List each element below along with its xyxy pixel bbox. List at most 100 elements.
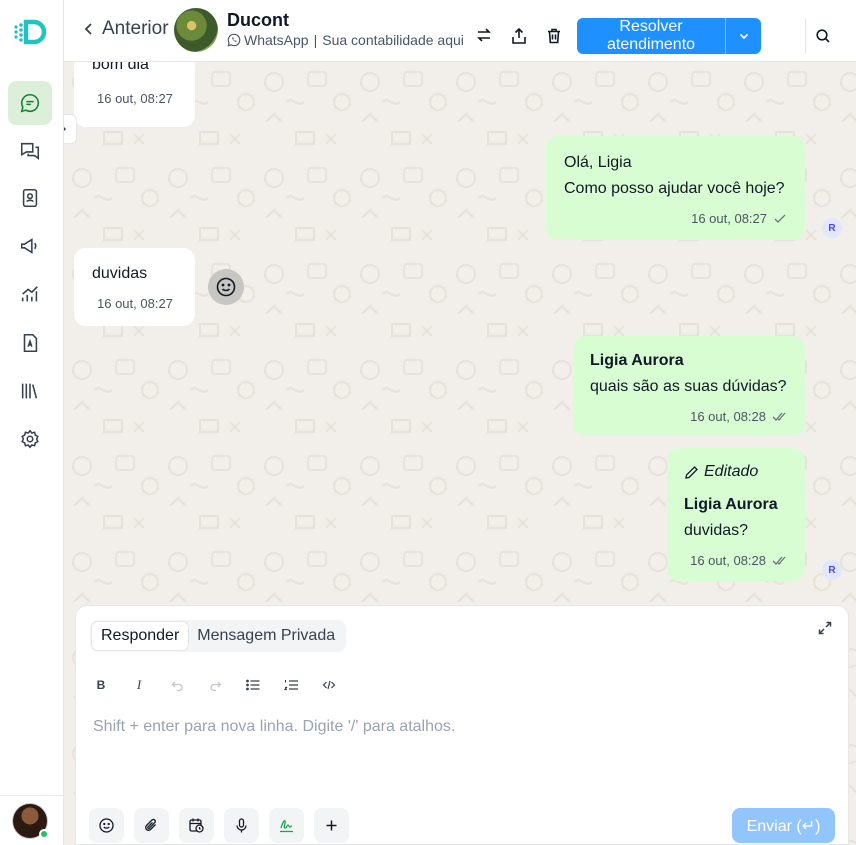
edited-label: Editado [684,459,788,485]
message-meta: 16 out, 08:27 [564,206,787,232]
calendar-clock-icon [189,818,204,833]
campaigns-icon [20,238,37,254]
share-icon[interactable] [510,27,528,45]
message-incoming[interactable]: bom dia 16 out, 08:27 [74,62,195,127]
message-time: 16 out, 08:27 [97,91,173,106]
inbox-name: Sua contabilidade aqui [322,32,464,48]
sidebar-item-inbox[interactable] [8,81,52,125]
message-meta: 16 out, 08:28 [684,548,788,574]
double-check-icon [772,556,786,565]
message-author: Ligia Aurora [590,352,684,369]
message-time: 16 out, 08:28 [690,409,766,424]
online-status-dot [39,829,49,839]
undo-icon [171,681,183,691]
smiley-icon [99,818,114,833]
single-check-icon [774,214,786,223]
message-author: Ligia Aurora [684,496,778,513]
emoji-button[interactable] [89,808,124,843]
record-audio-button[interactable] [224,808,259,843]
redo-icon [209,681,221,691]
message-line: Olá, Ligia [564,154,632,171]
resolve-options-button[interactable] [725,18,761,54]
attach-button[interactable] [134,808,169,843]
tab-reply[interactable]: Responder [92,622,189,650]
header-divider [805,18,806,54]
resolve-label: Resolver atendimento [606,18,696,53]
trash-icon[interactable] [545,27,563,45]
conversations-icon [20,142,40,160]
message-incoming[interactable]: duvidas 16 out, 08:27 [74,248,195,326]
message-text: quais são as suas dúvidas? [590,378,787,395]
message-time: 16 out, 08:27 [691,211,767,226]
contact-card-icon [23,333,38,353]
chevron-right-icon [64,126,67,132]
schedule-button[interactable] [179,808,214,843]
more-actions-button[interactable] [314,808,349,843]
ordered-list-button[interactable] [282,676,300,694]
sidebar [0,0,64,845]
message-text: duvidas? [684,522,749,539]
agent-badge: R [822,218,842,238]
user-avatar[interactable] [12,803,49,839]
ordered-list-icon [284,680,298,691]
format-toolbar: B I [92,676,338,694]
channel-name: WhatsApp [244,32,309,48]
contact-avatar[interactable] [174,8,218,52]
sidebar-divider [0,795,64,796]
bold-button[interactable]: B [92,676,110,694]
expand-sidebar-button[interactable] [64,114,77,144]
signature-button[interactable] [269,808,304,843]
chevron-left-icon [84,23,92,35]
message-time: 16 out, 08:27 [97,296,173,311]
signature-icon [280,820,293,833]
tab-private-note[interactable]: Mensagem Privada [188,622,344,650]
redo-button[interactable] [206,676,224,694]
chevron-down-icon [739,33,748,40]
sidebar-item-library[interactable] [8,369,52,413]
whatsapp-icon [227,33,241,47]
message-input[interactable]: Shift + enter para nova linha. Digite '/… [93,718,833,798]
paperclip-icon [145,818,156,831]
plus-icon [326,820,337,831]
contact-subtitle: WhatsApp | Sua contabilidade aqui [227,32,464,48]
resolve-button[interactable]: Resolver atendimento [577,18,761,54]
code-button[interactable] [320,676,338,694]
double-check-icon [772,412,786,421]
edited-text: Editado [704,463,759,480]
message-meta: 16 out, 08:28 [590,404,788,430]
microphone-icon [236,818,247,833]
reply-composer: Responder Mensagem Privada B I Shift + e… [75,605,849,845]
composer-actions [89,808,349,843]
sidebar-item-contact-card[interactable] [8,321,52,365]
message-line: Como posso ajudar você hoje? [564,180,785,197]
back-button[interactable]: Anterior [82,18,169,40]
sidebar-item-campaigns[interactable] [8,224,52,268]
conversation-header: Anterior Ducont WhatsApp | Sua contabili… [64,0,856,62]
undo-button[interactable] [168,676,186,694]
message-text: duvidas [92,265,148,282]
send-button[interactable]: Enviar (↵) [732,808,835,843]
search-icon[interactable] [815,28,831,44]
sidebar-item-settings[interactable] [8,417,52,461]
sidebar-item-reports[interactable] [8,272,52,316]
composer-tabs: Responder Mensagem Privada [90,620,347,652]
bullet-list-icon [246,679,260,691]
message-outgoing[interactable]: Ligia Aurora quais são as suas dúvidas? … [573,336,805,436]
message-outgoing[interactable]: Editado Ligia Aurora duvidas? 16 out, 08… [667,448,805,581]
sidebar-item-conversations[interactable] [8,129,52,173]
add-reaction-button[interactable] [208,269,244,305]
expand-icon[interactable] [817,620,833,636]
contact-name: Ducont [227,10,289,30]
smiley-icon [216,277,236,297]
agent-badge: R [822,560,842,580]
pencil-icon [685,465,698,479]
subtitle-separator: | [313,32,318,48]
message-outgoing[interactable]: Olá, Ligia Como posso ajudar você hoje? … [546,136,805,240]
italic-button[interactable]: I [130,676,148,694]
settings-icon [21,429,39,449]
brand-logo-icon [14,19,47,45]
transfer-icon[interactable] [475,26,493,44]
sidebar-item-contacts[interactable] [8,176,52,220]
bullet-list-button[interactable] [244,676,262,694]
back-label: Anterior [102,18,169,39]
